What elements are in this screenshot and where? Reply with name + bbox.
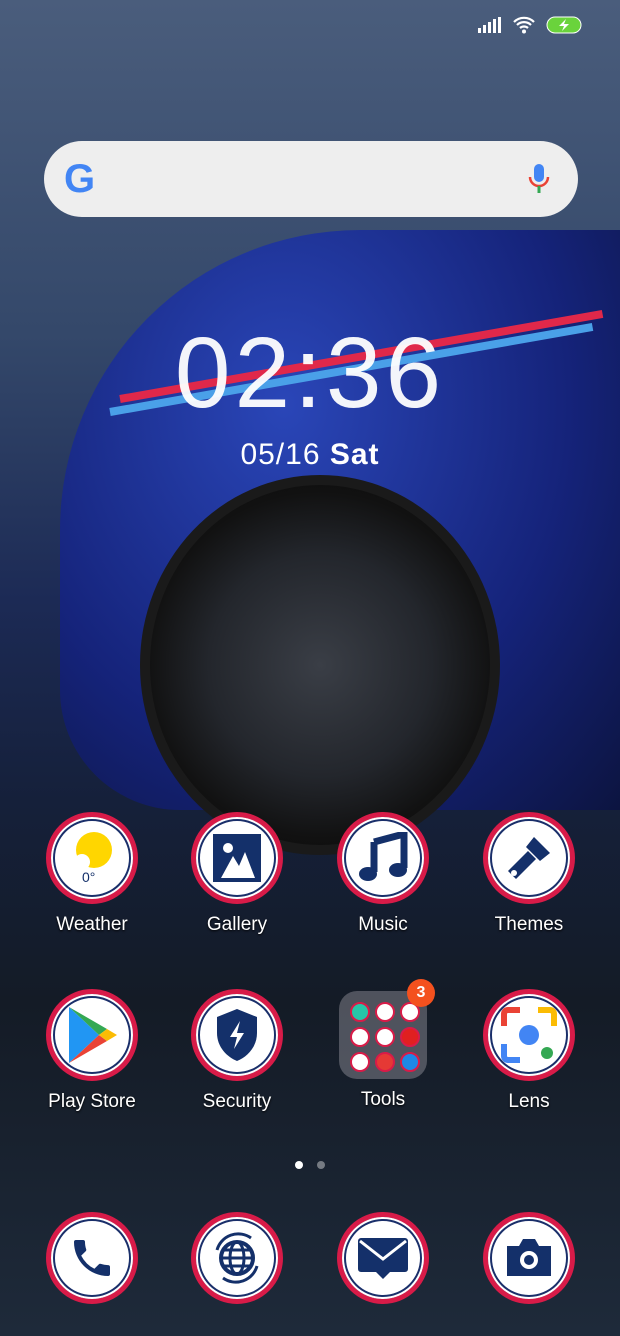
messages-icon (337, 1212, 429, 1304)
app-label: Play Store (48, 1091, 136, 1112)
status-bar (478, 16, 584, 34)
gallery-icon (191, 812, 283, 904)
google-search-bar[interactable]: G (44, 141, 578, 217)
lens-icon (483, 989, 575, 1081)
play-music-icon (375, 1002, 395, 1022)
app-label: Lens (508, 1091, 550, 1112)
app-label: Gallery (206, 914, 268, 935)
app-label: Themes (494, 914, 564, 935)
app-play-store[interactable]: Play Store (22, 989, 162, 1113)
clock-widget[interactable]: 02:36 (0, 316, 620, 431)
app-label: Tools (360, 1089, 406, 1110)
clock-time: 02:36 (174, 317, 446, 429)
app-music[interactable]: Music (313, 812, 453, 936)
date-text: 05/16 (240, 438, 321, 471)
day-text: Sat (329, 438, 380, 471)
page-indicator[interactable] (295, 1161, 325, 1169)
app-gallery[interactable]: Gallery (167, 812, 307, 936)
weather-temp: 0° (82, 869, 95, 885)
dock-browser[interactable] (167, 1212, 307, 1304)
dock-camera[interactable] (459, 1212, 599, 1304)
app-themes[interactable]: Themes (459, 812, 599, 936)
date-widget: 05/16 Sat (0, 438, 620, 472)
wallpaper-wheel (140, 475, 500, 855)
app-lens[interactable]: Lens (459, 989, 599, 1113)
dock-messages[interactable] (313, 1212, 453, 1304)
dock-phone[interactable] (22, 1212, 162, 1304)
mic-icon[interactable] (528, 163, 550, 195)
folder-icon: 3 (339, 979, 435, 1079)
app-security[interactable]: Security (167, 989, 307, 1113)
folder-tools[interactable]: 3 Tools (313, 979, 453, 1111)
infinity-icon (400, 1052, 420, 1072)
app-label: Weather (56, 914, 128, 935)
browser-icon (191, 1212, 283, 1304)
music-icon (337, 812, 429, 904)
help-icon (375, 1052, 395, 1072)
phone-icon (46, 1212, 138, 1304)
security-icon (191, 989, 283, 1081)
page-dot[interactable] (317, 1161, 325, 1169)
youtube-icon (400, 1027, 420, 1047)
wifi-icon (513, 16, 535, 34)
app-weather[interactable]: 0° Weather (22, 812, 162, 936)
recorder-icon (350, 1052, 370, 1072)
camera-icon (483, 1212, 575, 1304)
brush-icon (483, 812, 575, 904)
page-dot-active[interactable] (295, 1161, 303, 1169)
notification-badge: 3 (407, 979, 435, 1007)
contacts-icon (350, 1027, 370, 1047)
scanner-icon (350, 1002, 370, 1022)
signal-icon (478, 17, 501, 33)
app-label: Music (358, 914, 408, 935)
weather-icon: 0° (46, 812, 138, 904)
battery-charging-icon (546, 16, 582, 34)
gmail-icon (375, 1027, 395, 1047)
app-label: Security (202, 1091, 272, 1112)
play-store-icon (46, 989, 138, 1081)
google-logo-icon: G (64, 156, 96, 201)
